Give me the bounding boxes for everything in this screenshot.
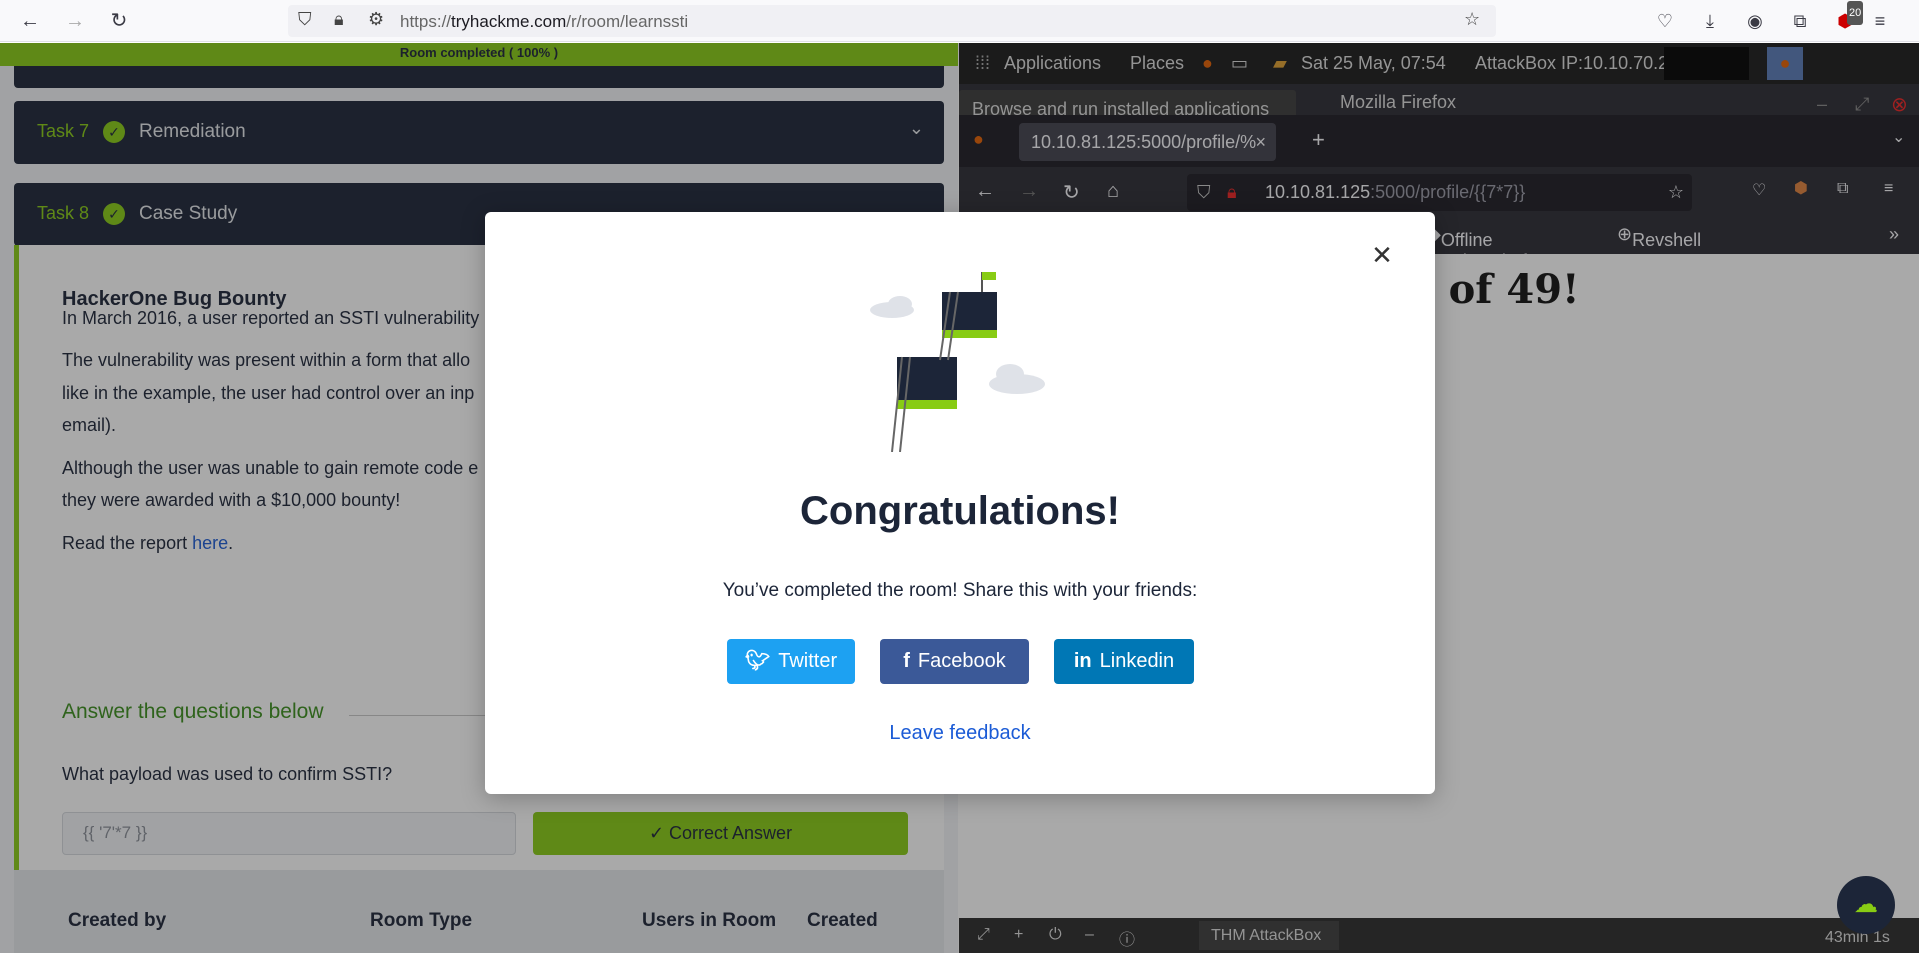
linkedin-icon: in [1073, 650, 1092, 672]
ublock-icon[interactable]: ⬢ 20 [1833, 1, 1864, 33]
close-icon[interactable]: ✕ [1369, 242, 1395, 268]
address-bar[interactable]: ⛉ 🔒︎ ⚙ https://tryhackme.com/r/room/lear… [288, 5, 1496, 37]
back-icon[interactable]: ← [18, 9, 42, 33]
bookmark-star-icon[interactable]: ☆ [1464, 9, 1480, 30]
twitter-icon: 🐦︎ [744, 650, 771, 672]
modal-title: Congratulations! [800, 489, 1120, 533]
share-linkedin-button[interactable]: in Linkedin [1054, 639, 1194, 684]
chat-support-icon[interactable]: ☁ [1837, 876, 1895, 934]
extensions-icon[interactable]: ⧉ [1788, 9, 1812, 33]
menu-icon[interactable]: ≡ [1868, 9, 1892, 33]
forward-icon[interactable]: → [63, 9, 87, 33]
button-label: Facebook [917, 650, 1006, 672]
shield-icon[interactable]: ⛉ [298, 9, 312, 30]
button-label: Twitter [778, 650, 838, 672]
permissions-icon[interactable]: ⚙ [368, 9, 384, 30]
lock-icon[interactable]: 🔒︎ [334, 9, 344, 30]
url-text[interactable]: https://tryhackme.com/r/room/learnssti [400, 12, 688, 32]
modal-subtitle: You’ve completed the room! Share this wi… [722, 580, 1198, 601]
badge-count: 20 [1847, 1, 1864, 25]
share-twitter-button[interactable]: 🐦︎ Twitter [727, 639, 855, 684]
congratulations-modal: ✕ Congratulations! You’ve completed the … [485, 212, 1435, 794]
room-complete-illustration [870, 272, 1045, 452]
pocket-icon[interactable]: ♡ [1653, 9, 1677, 33]
leave-feedback-link[interactable]: Leave feedback [485, 722, 1435, 745]
reload-icon[interactable]: ↻ [107, 9, 131, 33]
account-icon[interactable]: ◉ [1743, 9, 1767, 33]
button-label: Linkedin [1099, 650, 1175, 672]
share-facebook-button[interactable]: f Facebook [880, 639, 1029, 684]
facebook-icon: f [903, 650, 910, 672]
browser-toolbar: ← → ↻ ⛉ 🔒︎ ⚙ https://tryhackme.com/r/roo… [0, 0, 1919, 42]
downloads-icon[interactable]: ⤓ [1698, 9, 1722, 33]
